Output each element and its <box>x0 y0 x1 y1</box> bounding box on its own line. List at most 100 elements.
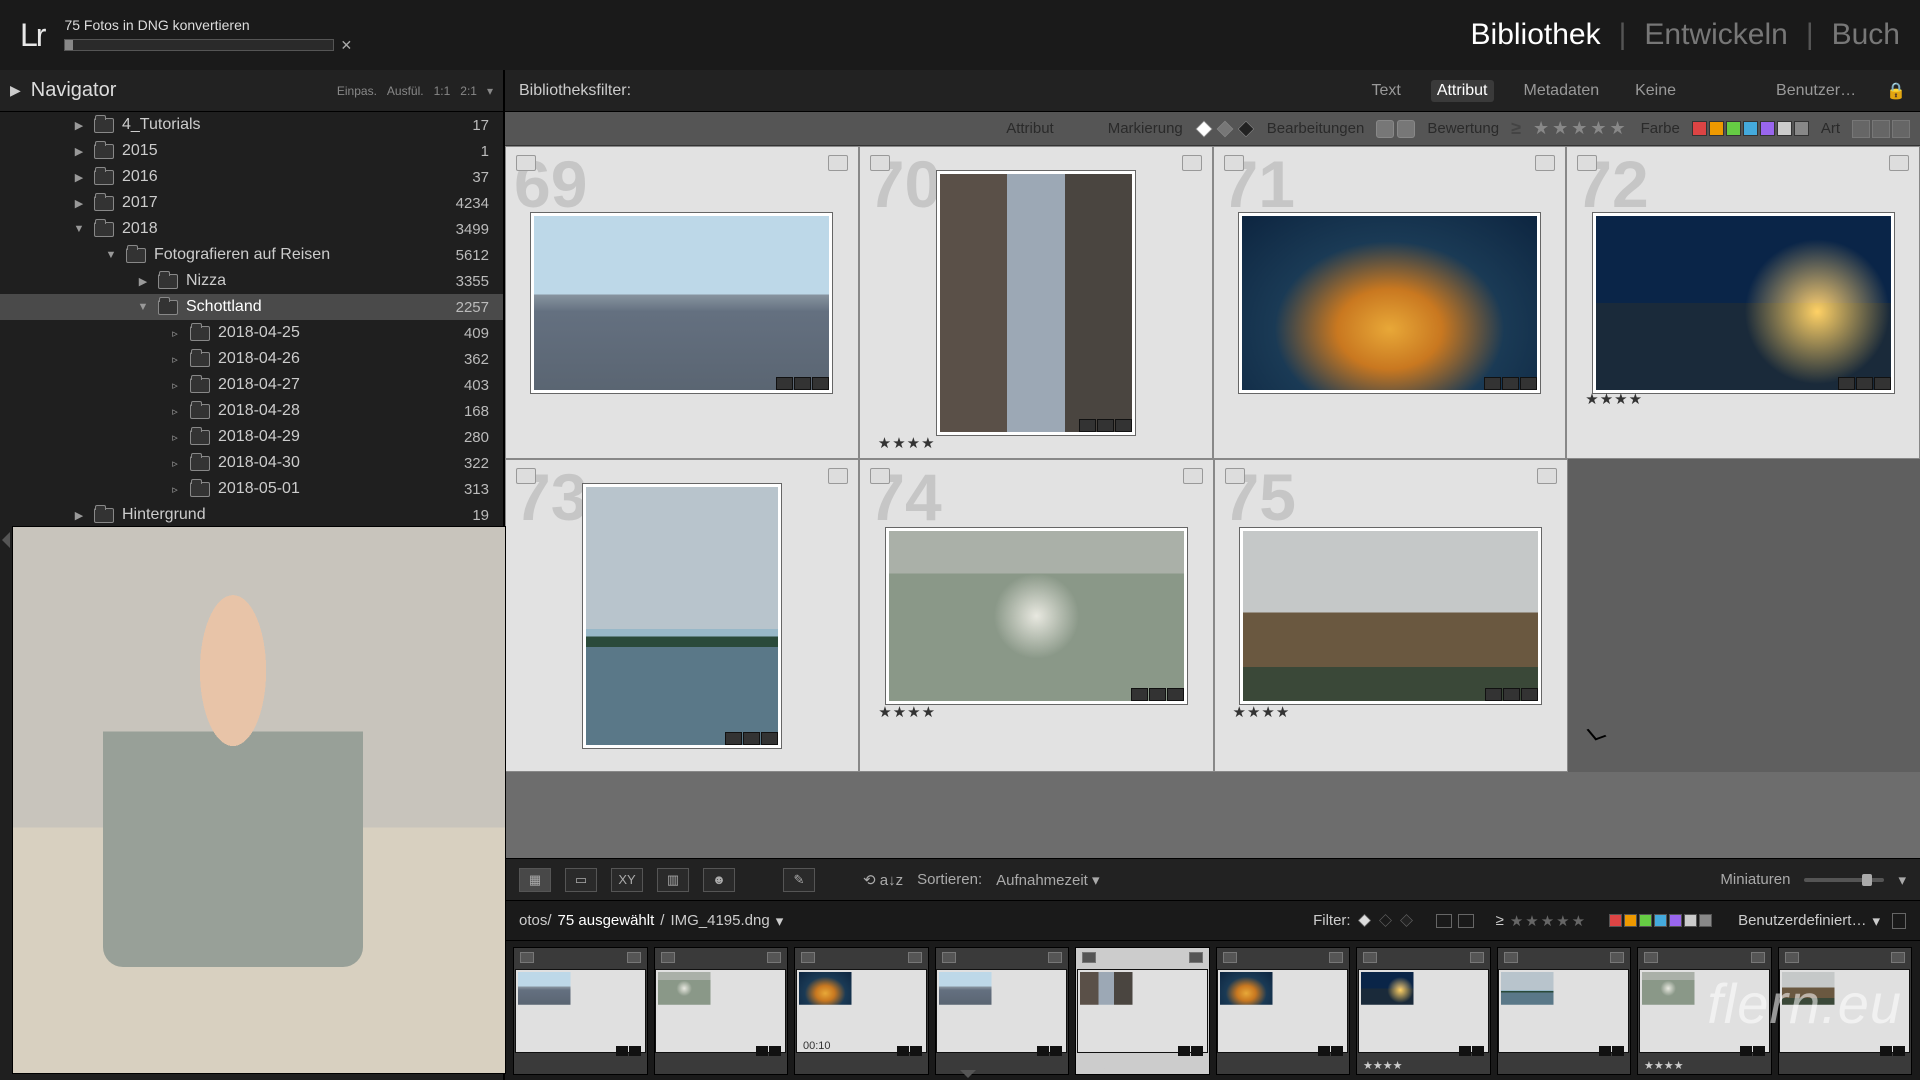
cell-flag-icon[interactable] <box>1224 155 1244 171</box>
badge-icon[interactable] <box>1131 688 1148 701</box>
badge-icon[interactable] <box>1893 1046 1905 1056</box>
mini-flag-unflagged[interactable] <box>1379 914 1392 927</box>
mini-edit-unedited[interactable] <box>1458 914 1474 928</box>
mini-color-swatch[interactable] <box>1639 914 1652 927</box>
thumbnail-cell[interactable]: 71 <box>1213 146 1567 459</box>
filmstrip-cell[interactable] <box>1497 947 1632 1075</box>
badge-icon[interactable] <box>1050 1046 1062 1056</box>
badge-icon[interactable] <box>910 1046 922 1056</box>
fs-rotate-icon[interactable] <box>1891 952 1905 963</box>
cell-rotate-icon[interactable] <box>1182 155 1202 171</box>
fs-flag-icon[interactable] <box>661 952 675 963</box>
thumbnail-cell[interactable]: 73 <box>505 459 859 772</box>
color-swatch[interactable] <box>1794 121 1809 136</box>
cell-flag-icon[interactable] <box>516 155 536 171</box>
filmstrip-cell[interactable] <box>1216 947 1351 1075</box>
folder-disclosure-icon[interactable]: ▼ <box>136 301 150 313</box>
toolbar-menu-icon[interactable]: ▾ <box>1898 871 1906 889</box>
color-swatch[interactable] <box>1760 121 1775 136</box>
filter-tab-text[interactable]: Text <box>1365 80 1406 102</box>
filmstrip-cell[interactable]: ★★★★ <box>1075 947 1210 1075</box>
folder-row[interactable]: ▶20151 <box>0 138 503 164</box>
filmstrip-filter-menu-icon[interactable]: ▾ <box>1872 912 1880 930</box>
fs-rotate-icon[interactable] <box>1470 952 1484 963</box>
cell-rotate-icon[interactable] <box>1535 155 1555 171</box>
sort-direction-button[interactable]: ⟲ a↓z <box>863 871 903 889</box>
badge-icon[interactable] <box>1459 1046 1471 1056</box>
badge-icon[interactable] <box>1079 419 1096 432</box>
badge-icon[interactable] <box>1521 688 1538 701</box>
cell-flag-icon[interactable] <box>516 468 536 484</box>
filter-tab-attribute[interactable]: Attribut <box>1431 80 1494 102</box>
view-compare-button[interactable]: XY <box>611 868 643 892</box>
view-loupe-button[interactable]: ▭ <box>565 868 597 892</box>
mini-color-swatch[interactable] <box>1654 914 1667 927</box>
thumbnail-frame[interactable] <box>885 527 1188 705</box>
mini-color-swatch[interactable] <box>1669 914 1682 927</box>
badge-icon[interactable] <box>616 1046 628 1056</box>
badge-icon[interactable] <box>1880 1046 1892 1056</box>
fs-rotate-icon[interactable] <box>1751 952 1765 963</box>
badge-icon[interactable] <box>1167 688 1184 701</box>
folder-disclosure-icon[interactable]: ▹ <box>168 483 182 496</box>
rating-operator[interactable]: ≥ <box>1511 118 1521 139</box>
thumbnail-frame[interactable] <box>1239 527 1542 705</box>
fs-rating[interactable]: ★★★★ <box>1363 1059 1402 1072</box>
flag-picked[interactable] <box>1195 120 1212 137</box>
progress-cancel-button[interactable]: ✕ <box>340 37 352 54</box>
fs-rotate-icon[interactable] <box>627 952 641 963</box>
folder-disclosure-icon[interactable]: ▹ <box>168 405 182 418</box>
badge-icon[interactable] <box>1753 1046 1765 1056</box>
badge-icon[interactable] <box>812 377 829 390</box>
folder-row[interactable]: ▼Schottland2257 <box>0 294 503 320</box>
cell-rotate-icon[interactable] <box>1537 468 1557 484</box>
color-swatch[interactable] <box>1777 121 1792 136</box>
fs-flag-icon[interactable] <box>1785 952 1799 963</box>
folder-disclosure-icon[interactable]: ▶ <box>72 119 86 132</box>
folder-disclosure-icon[interactable]: ▶ <box>72 197 86 210</box>
zoom-1-1[interactable]: 1:1 <box>434 84 451 98</box>
cell-flag-icon[interactable] <box>1577 155 1597 171</box>
fs-rotate-icon[interactable] <box>1610 952 1624 963</box>
badge-icon[interactable] <box>1149 688 1166 701</box>
fs-rotate-icon[interactable] <box>1189 952 1203 963</box>
folder-disclosure-icon[interactable]: ▶ <box>72 145 86 158</box>
fs-rating[interactable]: ★★★★ <box>1644 1059 1683 1072</box>
fs-flag-icon[interactable] <box>520 952 534 963</box>
zoom-2-1[interactable]: 2:1 <box>460 84 477 98</box>
folder-disclosure-icon[interactable]: ▶ <box>136 275 150 288</box>
panel-collapse-bottom[interactable] <box>960 1070 976 1078</box>
badge-icon[interactable] <box>1856 377 1873 390</box>
filmstrip-cell[interactable]: ★★★★ <box>1356 947 1491 1075</box>
badge-icon[interactable] <box>1115 419 1132 432</box>
flag-rejected[interactable] <box>1237 120 1254 137</box>
badge-icon[interactable] <box>1191 1046 1203 1056</box>
module-book[interactable]: Buch <box>1832 18 1900 52</box>
folder-disclosure-icon[interactable]: ▹ <box>168 457 182 470</box>
folder-row[interactable]: ▶20174234 <box>0 190 503 216</box>
folder-row[interactable]: ▹2018-04-25409 <box>0 320 503 346</box>
thumbnail-cell[interactable]: 72★★★★ <box>1566 146 1920 459</box>
folder-row[interactable]: ▹2018-04-26362 <box>0 346 503 372</box>
badge-icon[interactable] <box>1612 1046 1624 1056</box>
edit-edited[interactable] <box>1376 120 1394 138</box>
folder-row[interactable]: ▹2018-04-29280 <box>0 424 503 450</box>
badge-icon[interactable] <box>1178 1046 1190 1056</box>
mini-flag-rejected[interactable] <box>1400 914 1413 927</box>
badge-icon[interactable] <box>1740 1046 1752 1056</box>
badge-icon[interactable] <box>776 377 793 390</box>
mini-rating-stars[interactable]: ★★★★★ <box>1510 912 1587 930</box>
folder-disclosure-icon[interactable]: ▹ <box>168 327 182 340</box>
folder-row[interactable]: ▹2018-04-28168 <box>0 398 503 424</box>
folder-row[interactable]: ▹2018-04-27403 <box>0 372 503 398</box>
zoom-fit[interactable]: Einpas. <box>337 84 377 98</box>
cell-rating[interactable]: ★★★★ <box>1233 703 1291 721</box>
view-people-button[interactable]: ☻ <box>703 868 735 892</box>
badge-icon[interactable] <box>1599 1046 1611 1056</box>
badge-icon[interactable] <box>756 1046 768 1056</box>
mini-flag-picked[interactable] <box>1358 914 1371 927</box>
zoom-more-icon[interactable]: ▾ <box>487 84 493 98</box>
zoom-fill[interactable]: Ausfül. <box>387 84 424 98</box>
badge-icon[interactable] <box>769 1046 781 1056</box>
cell-rating[interactable]: ★★★★ <box>878 434 936 452</box>
